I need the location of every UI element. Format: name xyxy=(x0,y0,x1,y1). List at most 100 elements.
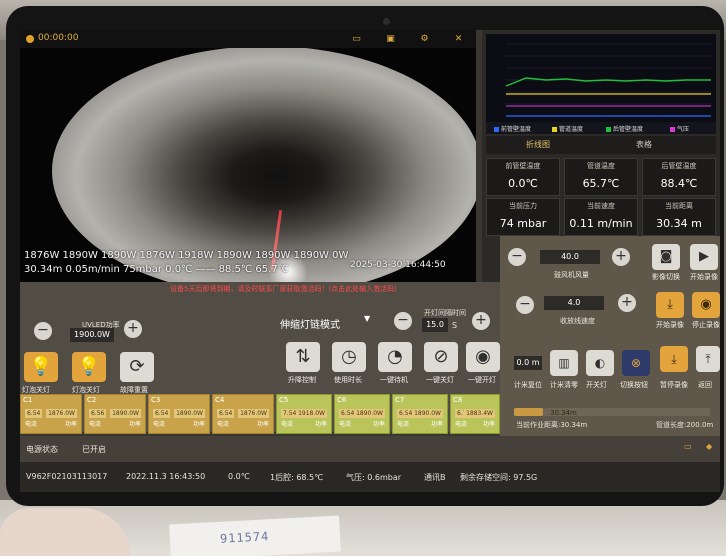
interval-decrease-button[interactable]: − xyxy=(394,312,412,330)
wire-speed-increase-button[interactable]: + xyxy=(618,294,636,312)
standby-icon: ◔ xyxy=(387,346,403,367)
lamp-cell-c6[interactable]: C6 6.54 电流 1890.0W 功率 xyxy=(334,394,390,434)
front-camera xyxy=(383,18,390,25)
record-dot-icon: ◉ xyxy=(700,297,712,312)
lamp-cell-c2[interactable]: C2 6.56 电流 1890.0W 功率 xyxy=(84,394,146,434)
fan-label: 鼓风机风量 xyxy=(554,271,589,279)
start-record-button[interactable]: ▶ xyxy=(690,244,718,270)
pressure-cell: 当前压力 74 mbar xyxy=(486,198,560,236)
activation-warning[interactable]: 设备5天后即将到期，请及时联系厂家获取激活码！(点击此处输入激活码) xyxy=(170,284,397,294)
fan-increase-button[interactable]: + xyxy=(612,248,630,266)
light-toggle-label: 开关灯 xyxy=(586,381,607,389)
back-button[interactable]: ⤒ xyxy=(696,346,720,372)
work-progress-bar xyxy=(514,408,710,416)
interval-label: 开灯间隔时间 xyxy=(424,309,466,317)
uv-power-value[interactable]: 1900.0W xyxy=(70,328,114,342)
tab-table[interactable]: 表格 xyxy=(636,139,652,150)
download-icon: ⤓ xyxy=(667,297,673,312)
back-icon: ⤒ xyxy=(705,352,711,366)
reset-icon: ⟳ xyxy=(129,356,145,377)
legend-item: 前管壁温度 xyxy=(494,124,531,133)
pause-record-button[interactable]: ⤓ xyxy=(660,346,688,372)
pipe-video-view[interactable]: 00:00:00 ▭ ▣ ⚙ ✕ 1876W 1890W 1890W 1876W… xyxy=(20,30,476,282)
close-icon[interactable]: ✕ xyxy=(452,33,465,45)
lamp-cell-c4[interactable]: C4 6.54 电流 1876.0W 功率 xyxy=(212,394,274,434)
interval-increase-button[interactable]: + xyxy=(472,312,490,330)
video-camera-icon: ▶ xyxy=(699,249,709,264)
speed-cell: 当前速度 0.11 m/min xyxy=(564,198,638,236)
switch-button[interactable]: ⊗ xyxy=(622,350,650,376)
right-control-band xyxy=(500,236,720,436)
pipe-interior-image xyxy=(52,46,476,282)
stop-record-button[interactable]: ◉ xyxy=(692,292,720,318)
status-temp-rear: 1后腔: 68.5℃ xyxy=(270,473,324,482)
interval-unit: S xyxy=(452,321,458,330)
work-progress-fill xyxy=(514,408,544,416)
back-label: 返回 xyxy=(698,381,712,389)
lamp-cell-c1[interactable]: C1 6.54 电流 1876.0W 功率 xyxy=(20,394,82,434)
mode-label[interactable]: 伸缩灯链模式 xyxy=(280,316,340,331)
fan-decrease-button[interactable]: − xyxy=(508,248,526,266)
current-distance: 当前作业距离:30.34m xyxy=(516,421,588,429)
all-lights-off-button[interactable]: ⊘ xyxy=(424,342,458,372)
record-timer: 00:00:00 xyxy=(38,33,79,43)
pipe-temp-cell: 管道温度 65.7℃ xyxy=(564,158,638,196)
sensor-overlay: 30.34m 0.05m/min 75mbar 0.0℃ —— 88.5℃ 65… xyxy=(24,264,289,275)
legend-item: 管道温度 xyxy=(552,124,583,133)
video-toolbar: 00:00:00 ▭ ▣ ⚙ ✕ xyxy=(20,30,476,48)
legend-item: 气压 xyxy=(670,124,689,133)
settings-icon[interactable]: ⚙ xyxy=(418,33,431,45)
meter-value: 0.0 m xyxy=(514,356,542,370)
usage-time-label: 使用时长 xyxy=(334,376,362,384)
pause-record-label: 暂停录像 xyxy=(660,381,688,389)
lift-control-label: 升降控制 xyxy=(288,376,316,384)
bulb-off-button-2[interactable]: 💡 xyxy=(72,352,106,382)
app-screen: 00:00:00 ▭ ▣ ⚙ ✕ 1876W 1890W 1890W 1876W… xyxy=(20,30,720,492)
fault-reset-button[interactable]: ⟳ xyxy=(120,352,154,382)
start-record-label: 开始录像 xyxy=(690,273,718,281)
bulb-off-button[interactable]: 💡 xyxy=(24,352,58,382)
light-toggle-button[interactable]: ◐ xyxy=(586,350,614,376)
status-bar-info: V962F02103113017 2022.11.3 16:43:50 0.0℃… xyxy=(20,462,720,492)
meter-clear-button[interactable]: ▥ xyxy=(550,350,578,376)
stop-record-label: 停止录像 xyxy=(692,321,720,329)
all-lights-off-label: 一键关灯 xyxy=(426,376,454,384)
all-lights-on-button[interactable]: ◉ xyxy=(466,342,500,372)
tab-line-chart[interactable]: 折线图 xyxy=(526,139,550,150)
status-datetime: 2022.11.3 16:43:50 xyxy=(126,472,206,481)
lamp-cell-c5[interactable]: C5 7.54 电流 1918.0W 功率 xyxy=(276,394,332,434)
lift-control-button[interactable]: ⇅ xyxy=(286,342,320,372)
uv-power-increase-button[interactable]: + xyxy=(124,320,142,338)
tablet-frame: 00:00:00 ▭ ▣ ⚙ ✕ 1876W 1890W 1890W 1876W… xyxy=(6,6,724,506)
lamp-cell-c3[interactable]: C3 6.54 电流 1890.0W 功率 xyxy=(148,394,210,434)
chart-legend: 前管壁温度 管道温度 后管壁温度 气压 xyxy=(486,122,716,134)
record-button-2[interactable]: ⤓ xyxy=(656,292,684,318)
interval-value[interactable]: 15.0 xyxy=(422,318,448,332)
lamp-cell-c8[interactable]: C86.74电流1883.4W功率 xyxy=(450,394,500,434)
standby-button[interactable]: ◔ xyxy=(378,342,412,372)
status-bar-power: 电源状态 已开启 ▭ ◆ xyxy=(20,436,720,462)
chevron-down-icon[interactable]: ▼ xyxy=(364,314,370,323)
lamp-cell-c7[interactable]: C7 6.54 电流 1890.0W 功率 xyxy=(392,394,448,434)
device-id: V962F02103113017 xyxy=(26,472,108,481)
chart-tabs: 折线图 表格 xyxy=(486,136,716,154)
shield-icon: ◆ xyxy=(706,442,713,451)
image-icon[interactable]: ▣ xyxy=(384,33,397,45)
switch-icon: ⊗ xyxy=(630,356,642,370)
wire-speed-decrease-button[interactable]: − xyxy=(516,296,534,314)
folder-icon[interactable]: ▭ xyxy=(350,33,363,45)
video-switch-button[interactable]: ◙ xyxy=(652,244,680,270)
usage-time-button[interactable]: ◷ xyxy=(332,342,366,372)
download-icon: ⤓ xyxy=(671,352,677,366)
front-wall-temp-cell: 前管壁温度 0.0℃ xyxy=(486,158,560,196)
switch-label: 切换按钮 xyxy=(620,381,648,389)
wire-speed-value[interactable]: 4.0 xyxy=(544,296,604,310)
standby-label: 一键待机 xyxy=(380,376,408,384)
bulb-icon: 💡 xyxy=(77,356,101,377)
temperature-line-chart xyxy=(486,34,716,122)
uv-power-decrease-button[interactable]: − xyxy=(34,322,52,340)
meter-reset-label: 计米复位 xyxy=(514,381,542,389)
lamp-off-icon: ⊘ xyxy=(433,346,449,367)
video-datetime: 2025-03-30 16:44:50 xyxy=(350,260,446,270)
fan-value[interactable]: 40.0 xyxy=(540,250,600,264)
